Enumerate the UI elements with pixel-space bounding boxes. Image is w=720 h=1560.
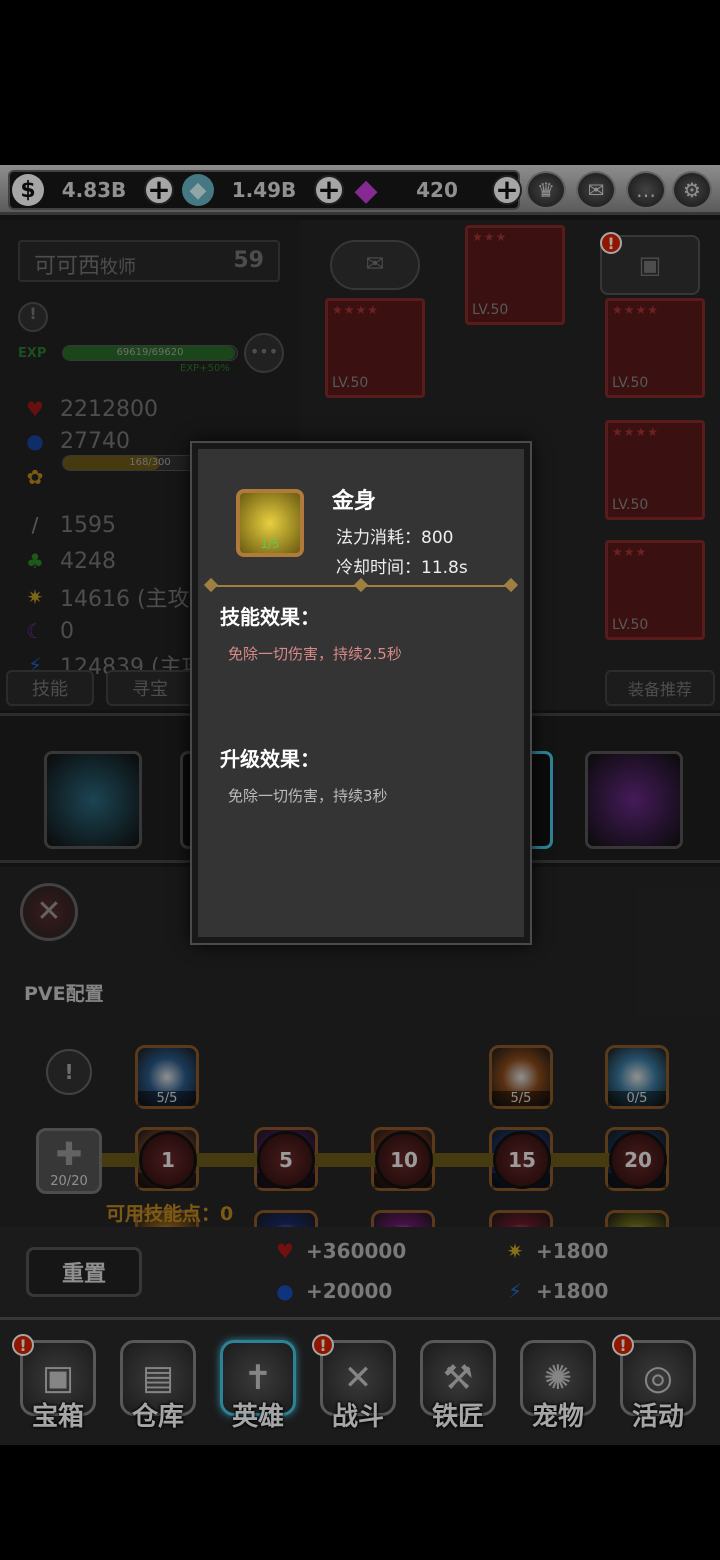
golden-body-skill-icon: 1/5 bbox=[236, 489, 304, 557]
popup-skill-name: 金身 bbox=[332, 489, 377, 514]
divider-ornament bbox=[203, 577, 219, 593]
popup-cooldown: 冷却时间：11.8s bbox=[336, 558, 468, 578]
effect-title: 技能效果： bbox=[220, 605, 320, 629]
divider-ornament bbox=[503, 577, 519, 593]
effect-desc: 免除一切伤害，持续2.5秒 bbox=[228, 645, 402, 663]
divider-ornament bbox=[353, 577, 369, 593]
upgrade-title: 升级效果： bbox=[220, 747, 320, 771]
game-screen: $ 4.83B + ◆ 1.49B + ◆ 420 + ♛ ✉ … ⚙ 可可西牧… bbox=[0, 165, 720, 1445]
popup-mana-cost: 法力消耗：800 bbox=[336, 528, 454, 548]
skill-detail-popup: 1/5 金身 法力消耗：800 冷却时间：11.8s 技能效果： 免除一切伤害，… bbox=[190, 441, 532, 945]
upgrade-desc: 免除一切伤害，持续3秒 bbox=[228, 787, 388, 805]
popup-skill-level: 1/5 bbox=[260, 537, 280, 551]
